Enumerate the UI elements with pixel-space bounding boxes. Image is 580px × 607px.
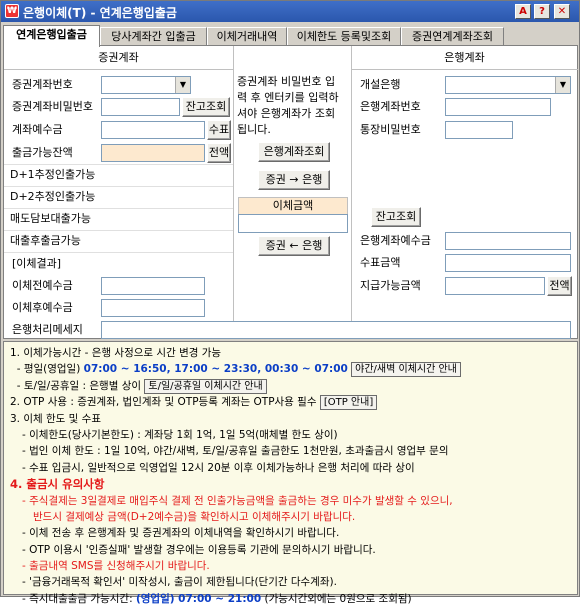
notice-line: - 토/일/공휴일 : 은행별 상이 토/일/공휴일 이체시간 안내 <box>10 378 571 394</box>
sec-balance-button[interactable]: 잔고조회 <box>182 97 230 117</box>
notice-line: 2. OTP 사용 : 증권계좌, 법인계좌 및 OTP등록 계좌는 OTP사용… <box>10 394 571 411</box>
notice-box: 1. 이체가능시간 - 은행 사정으로 시간 변경 가능 - 평일(영업일) 0… <box>3 341 578 605</box>
bank-name-label: 개설은행 <box>360 78 401 91</box>
sec-full-amount-button[interactable]: 전액 <box>207 143 231 163</box>
font-size-button[interactable]: A <box>515 4 531 19</box>
before-deposit-label: 이체전예수금 <box>12 279 73 292</box>
notice-line: 반드시 결제예상 금액(D+2예수금)을 확인하시고 이체해주시기 바랍니다. <box>33 510 356 523</box>
bank-message-value <box>101 321 571 339</box>
sec-deposit-value <box>101 121 205 139</box>
after-deposit-label: 이체후예수금 <box>12 301 73 314</box>
transfer-amount-input[interactable] <box>238 214 348 233</box>
sec-check-button[interactable]: 수표 <box>207 120 231 140</box>
transfer-window: ₩ 은행이체(T) - 연계은행입출금 A ? ✕ 연계은행입출금 당사계좌간 … <box>0 0 580 605</box>
notice-line: - 이체한도(당사기본한도) : 계좌당 1회 1억, 1일 5억(매체별 한도… <box>22 428 338 441</box>
notice-line: - '금융거래목적 확인서' 미작성시, 출금이 제한됩니다(단기간 다수계좌)… <box>22 576 337 589</box>
d2-withdraw-label: D+2추정인출가능 <box>10 190 96 203</box>
after-deposit-value <box>101 299 205 317</box>
bank-payable-value <box>445 277 545 295</box>
sec-deposit-label: 계좌예수금 <box>12 123 63 136</box>
before-deposit-value <box>101 277 205 295</box>
notice-line: - 출금내역 SMS를 신청해주시기 바랍니다. <box>22 560 210 573</box>
tab-bar: 연계은행입출금 당사계좌간 입출금 이체거래내역 이체한도 등록및조회 증권연계… <box>3 25 578 47</box>
bank-full-amount-button[interactable]: 전액 <box>547 276 572 296</box>
bank-balance-button[interactable]: 잔고조회 <box>371 207 421 227</box>
sell-loan-label: 매도담보대출가능 <box>10 212 91 225</box>
sec-account-select[interactable]: ▼ <box>101 76 191 94</box>
tab-transfer-limit[interactable]: 이체한도 등록및조회 <box>287 27 401 46</box>
bank-account-label: 은행계좌번호 <box>360 100 421 113</box>
notice-line: - 이체 전송 후 은행계좌 및 증권계좌의 이체내역을 확인하시기 바랍니다. <box>22 527 340 540</box>
notice-heading: 4. 출금시 유의사항 <box>10 477 105 492</box>
holiday-transfer-guide-button[interactable]: 토/일/공휴일 이체시간 안내 <box>144 378 267 394</box>
guide-text: 증권계좌 비밀번호 입력 후 엔터키를 입력하셔야 은행계좌가 조회됩니다. <box>237 75 339 136</box>
notice-line: - 주식결제는 3일결제로 매입주식 결제 전 인출가능금액을 출금하는 경우 … <box>22 494 453 507</box>
sec-password-input[interactable] <box>101 98 180 116</box>
bank-check-label: 수표금액 <box>360 256 401 269</box>
bank-password-label: 통장비밀번호 <box>360 123 421 136</box>
sec-account-label: 증권계좌번호 <box>12 78 73 91</box>
tab-transfer-history[interactable]: 이체거래내역 <box>207 27 287 46</box>
notice-line: - OTP 이용시 '인증실패' 발생할 경우에는 이용등록 기관에 문의하시기… <box>22 543 376 556</box>
tab-internal-transfer[interactable]: 당사계좌간 입출금 <box>100 27 207 46</box>
window-title: 은행이체(T) - 연계은행입출금 <box>23 6 177 20</box>
bank-account-input[interactable] <box>445 98 551 116</box>
transfer-result-label: [이체결과] <box>12 257 62 270</box>
sec-withdrawable-label: 출금가능잔액 <box>12 146 73 159</box>
otp-guide-button[interactable]: [OTP 안내] <box>319 395 378 411</box>
chevron-down-icon: ▼ <box>175 77 190 93</box>
transfer-panel: 증권계좌 은행계좌 증권계좌번호 ▼ 증권계좌비밀번호 잔고조회 계좌예수금 수… <box>3 45 578 339</box>
notice-line: 1. 이체가능시간 - 은행 사정으로 시간 변경 가능 <box>10 347 222 359</box>
tab-linked-bank[interactable]: 연계은행입출금 <box>3 25 100 47</box>
bank-message-label: 은행처리메세지 <box>12 323 83 336</box>
night-transfer-guide-button[interactable]: 야간/새벽 이체시간 안내 <box>351 362 461 378</box>
chevron-down-icon: ▼ <box>555 77 570 93</box>
close-button[interactable]: ✕ <box>554 4 570 19</box>
notice-line: - 즉시대출출금 가능시간: (영업일) 07:00 ~ 21:00 (가능시간… <box>22 592 412 605</box>
help-button[interactable]: ? <box>534 4 550 19</box>
tab-linked-accounts[interactable]: 증권연계계좌조회 <box>401 27 504 46</box>
bank-check-value <box>445 254 571 272</box>
notice-line: - 법인 이체 한도 : 1일 10억, 야간/새벽, 토/일/공휴일 출금한도… <box>22 445 449 458</box>
notice-line: - 평일(영업일) 07:00 ~ 16:50, 17:00 ~ 23:30, … <box>10 361 571 378</box>
securities-to-bank-button[interactable]: 증권 → 은행 <box>258 170 330 190</box>
bank-payable-label: 지급가능금액 <box>360 279 421 292</box>
bank-name-select[interactable]: ▼ <box>445 76 571 94</box>
sec-withdrawable-value <box>101 144 205 162</box>
d1-withdraw-label: D+1추정인출가능 <box>10 168 96 181</box>
bank-deposit-label: 은행계좌예수금 <box>360 234 431 247</box>
bank-header: 은행계좌 <box>351 46 578 70</box>
title-bar: ₩ 은행이체(T) - 연계은행입출금 A ? ✕ <box>1 1 579 22</box>
after-loan-label: 대출후출금가능 <box>10 234 81 247</box>
bank-password-input[interactable] <box>445 121 513 139</box>
bank-to-securities-button[interactable]: 증권 ← 은행 <box>258 236 330 256</box>
notice-line: - 수표 입금시, 일반적으로 익영업일 12시 20분 이후 이체가능하나 은… <box>22 461 415 474</box>
notice-line: 3. 이체 한도 및 수표 <box>10 412 101 425</box>
sec-password-label: 증권계좌비밀번호 <box>12 100 93 113</box>
securities-header: 증권계좌 <box>4 46 233 70</box>
transfer-amount-label: 이체금액 <box>238 197 348 215</box>
bank-deposit-value <box>445 232 571 250</box>
bank-account-query-button[interactable]: 은행계좌조회 <box>258 142 330 162</box>
app-icon: ₩ <box>5 4 19 18</box>
